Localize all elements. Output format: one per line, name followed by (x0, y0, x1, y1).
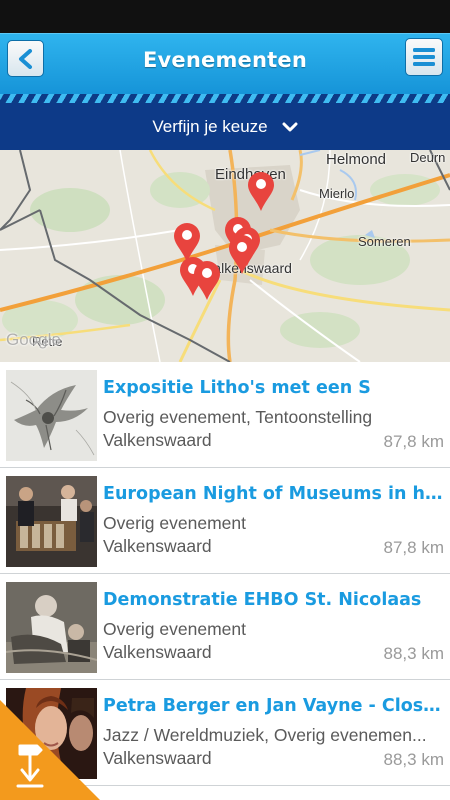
chevron-left-icon (18, 48, 32, 69)
chevron-down-icon (282, 121, 298, 133)
map-pins (174, 155, 274, 300)
event-place: Valkenswaard (103, 536, 212, 556)
event-item[interactable]: European Night of Museums in het... Over… (0, 468, 450, 574)
event-title: Expositie Litho's met een S (103, 378, 371, 398)
status-bar (0, 0, 450, 33)
event-title: European Night of Museums in het... (103, 484, 444, 504)
corner-badge[interactable] (0, 700, 100, 800)
event-category: Overig evenement (103, 619, 246, 639)
event-thumbnail (6, 476, 97, 567)
map-pin[interactable] (229, 235, 255, 274)
event-place: Valkenswaard (103, 642, 212, 662)
event-thumbnail (6, 582, 97, 673)
hamburger-menu-icon (413, 48, 435, 66)
event-title: Petra Berger en Jan Vayne - Close... (103, 696, 444, 716)
event-place: Valkenswaard (103, 430, 212, 450)
event-distance: 88,3 km (383, 644, 444, 663)
map-pin[interactable] (194, 261, 220, 300)
event-item[interactable]: Demonstratie EHBO St. Nicolaas Overig ev… (0, 574, 450, 680)
filter-bar[interactable]: Verfijn je keuze (0, 103, 450, 150)
filter-label: Verfijn je keuze (152, 116, 268, 136)
event-thumbnail (6, 370, 97, 461)
event-distance: 87,8 km (383, 538, 444, 557)
page-title: Evenementen (143, 48, 307, 72)
event-distance: 88,3 km (383, 750, 444, 769)
event-distance: 87,8 km (383, 432, 444, 451)
back-button[interactable] (7, 40, 44, 77)
map-pin[interactable] (174, 223, 200, 262)
app-header: Evenementen (0, 33, 450, 94)
decorative-stripe (0, 94, 450, 103)
event-item[interactable]: Expositie Litho's met een S Overig evene… (0, 362, 450, 468)
event-category: Overig evenement, Tentoonstelling (103, 407, 373, 427)
event-category: Overig evenement (103, 513, 246, 533)
event-title: Demonstratie EHBO St. Nicolaas (103, 590, 422, 610)
event-place: Valkenswaard (103, 748, 212, 768)
events-map[interactable]: Eindhoven Helmond Deurn Mierlo Someren V… (0, 150, 450, 362)
map-pin[interactable] (248, 155, 274, 211)
menu-button[interactable] (405, 38, 443, 76)
event-category: Jazz / Wereldmuziek, Overig evenemen... (103, 725, 427, 745)
